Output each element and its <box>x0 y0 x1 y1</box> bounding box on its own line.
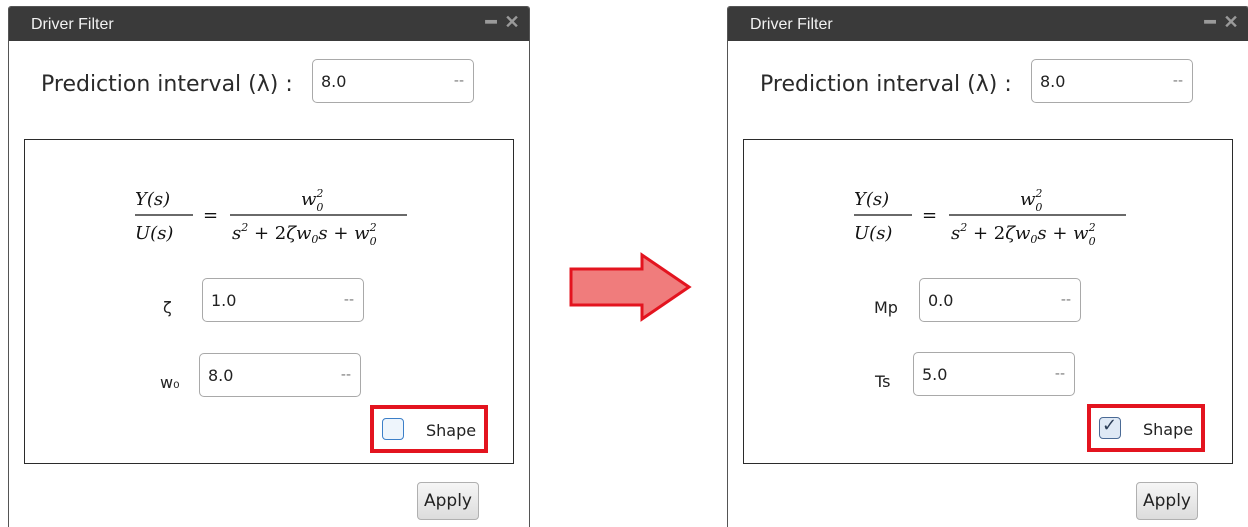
input-value: 1.0 <box>211 291 237 310</box>
shape-checkbox[interactable] <box>382 418 404 440</box>
formula-rhs-denominator: s2 + 2ζw0s + w2 0 <box>232 221 377 248</box>
shape-checkbox-highlight: ✓ Shape <box>1087 404 1205 452</box>
prediction-interval-input[interactable]: 8.0 -- <box>312 59 474 103</box>
formula-lhs-denominator: U(s) <box>854 223 892 244</box>
transfer-function-formula: Y(s) U(s) = w2 0 s2 + 2ζw0s + w2 0 <box>135 187 407 248</box>
close-icon[interactable]: ✕ <box>504 12 520 32</box>
minimize-icon[interactable]: ━ <box>1202 12 1218 32</box>
title-bar[interactable]: Driver Filter ━ ✕ <box>728 7 1248 41</box>
mp-input[interactable]: 0.0 -- <box>919 278 1081 322</box>
input-value: 5.0 <box>922 365 948 384</box>
filter-parameters-box: Y(s) U(s) = w2 0 s2 + 2ζw0s + w2 0 Mp 0.0 … <box>743 139 1233 464</box>
input-unit: -- <box>1172 73 1183 89</box>
zeta-label: ζ <box>163 298 172 317</box>
shape-checkbox[interactable]: ✓ <box>1099 415 1121 439</box>
shape-checkbox-label: Shape <box>426 421 477 440</box>
prediction-interval-input[interactable]: 8.0 -- <box>1031 59 1193 103</box>
zeta-input[interactable]: 1.0 -- <box>202 278 364 322</box>
window-title: Driver Filter <box>31 16 114 33</box>
window-title: Driver Filter <box>750 16 833 33</box>
formula-lhs-numerator: Y(s) <box>854 189 889 210</box>
formula-lhs-numerator: Y(s) <box>135 189 170 210</box>
filter-parameters-box: Y(s) U(s) = w2 0 s2 + 2ζw0s + w2 0 ζ 1.0 -… <box>24 139 514 464</box>
checkmark-icon: ✓ <box>1102 415 1118 436</box>
mp-label: Mp <box>874 298 898 317</box>
input-unit: -- <box>453 73 464 89</box>
apply-button[interactable]: Apply <box>1136 482 1198 520</box>
input-unit: -- <box>1060 292 1071 308</box>
formula-equals: = <box>203 205 218 226</box>
minimize-icon[interactable]: ━ <box>483 12 499 32</box>
prediction-interval-label: Prediction interval (λ) : <box>760 72 1012 97</box>
title-bar[interactable]: Driver Filter ━ ✕ <box>9 7 529 41</box>
apply-button[interactable]: Apply <box>417 482 479 520</box>
input-value: 8.0 <box>1040 72 1066 91</box>
ts-input[interactable]: 5.0 -- <box>913 352 1075 396</box>
formula-rhs-numerator: w2 0 <box>301 187 323 214</box>
w0-input[interactable]: 8.0 -- <box>199 353 361 397</box>
prediction-interval-label: Prediction interval (λ) : <box>41 72 293 97</box>
formula-rhs-denominator: s2 + 2ζw0s + w2 0 <box>951 221 1096 248</box>
input-value: 8.0 <box>208 366 234 385</box>
formula-lhs-denominator: U(s) <box>135 223 173 244</box>
right-arrow-icon <box>569 252 692 322</box>
driver-filter-window-before: Driver Filter ━ ✕ Prediction interval (λ… <box>8 6 530 527</box>
w0-label: w₀ <box>160 373 180 392</box>
input-value: 8.0 <box>321 72 347 91</box>
input-unit: -- <box>1054 366 1065 382</box>
shape-checkbox-highlight: Shape <box>370 405 488 453</box>
driver-filter-window-after: Driver Filter ━ ✕ Prediction interval (λ… <box>727 6 1248 527</box>
input-unit: -- <box>340 367 351 383</box>
shape-checkbox-label: Shape <box>1143 420 1194 439</box>
ts-label: Ts <box>875 372 891 391</box>
transfer-function-formula: Y(s) U(s) = w2 0 s2 + 2ζw0s + w2 0 <box>854 187 1126 248</box>
input-unit: -- <box>343 292 354 308</box>
input-value: 0.0 <box>928 291 954 310</box>
close-icon[interactable]: ✕ <box>1223 12 1239 32</box>
formula-equals: = <box>922 205 937 226</box>
formula-rhs-numerator: w2 0 <box>1020 187 1042 214</box>
